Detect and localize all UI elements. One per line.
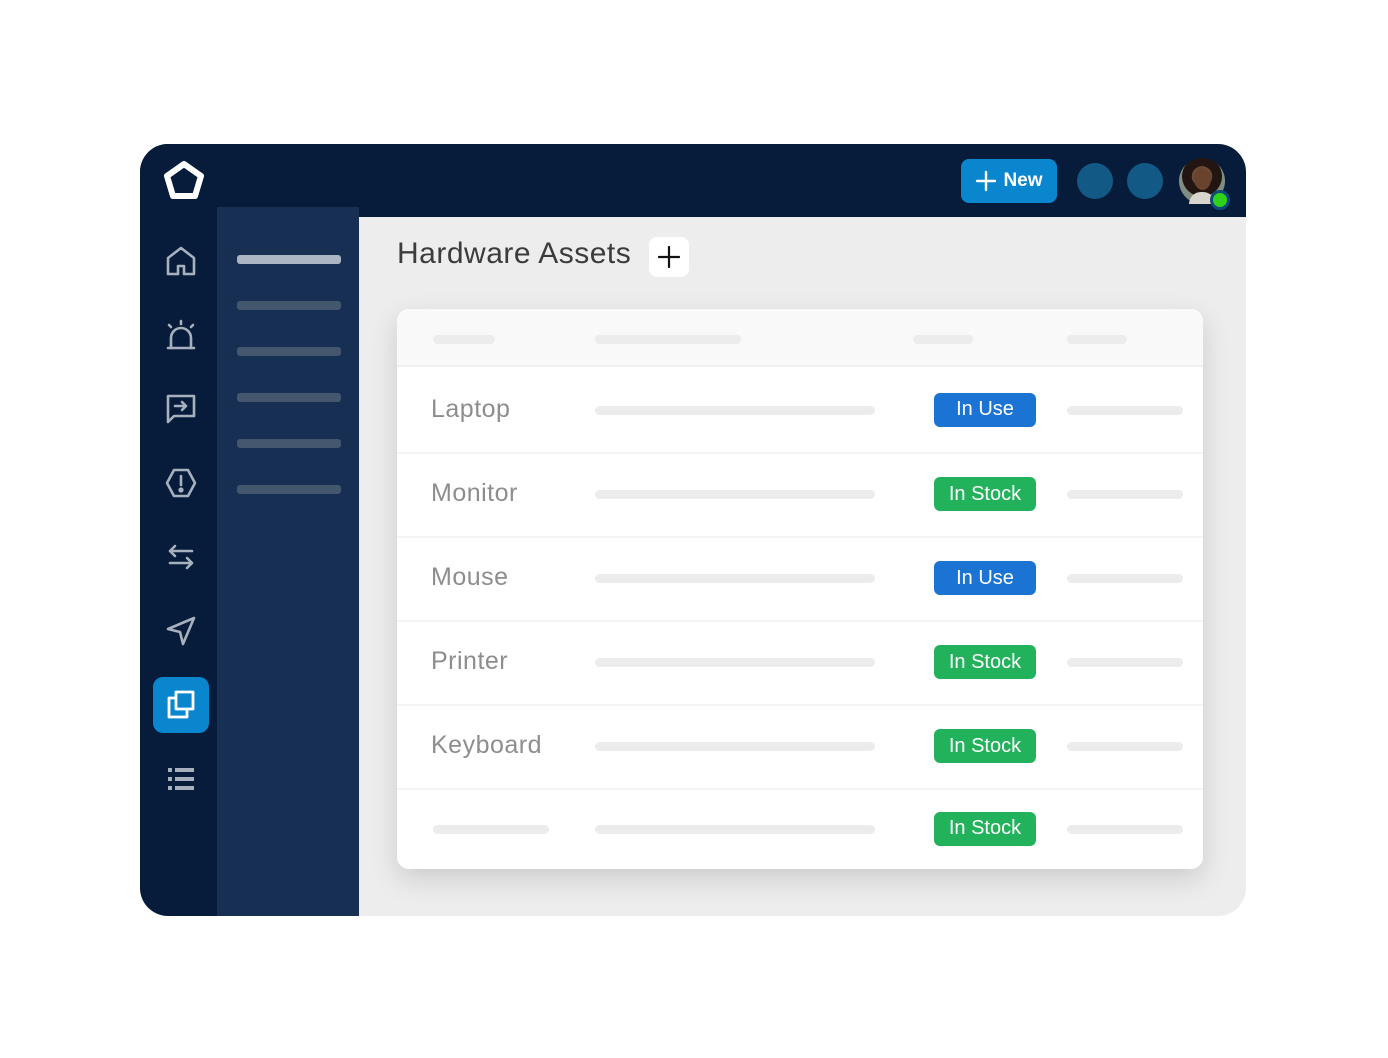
add-asset-button[interactable] (649, 237, 689, 277)
column-header-placeholder (595, 335, 741, 344)
sidebar-item-assets[interactable] (153, 677, 209, 733)
sidebar-item-send[interactable] (153, 603, 209, 659)
swap-arrows-icon (168, 544, 194, 570)
subnav-item[interactable] (237, 393, 341, 402)
asset-name: Mouse (431, 563, 509, 591)
asset-name: Laptop (431, 394, 511, 423)
sidebar-item-alerts[interactable] (153, 307, 209, 363)
status-badge: In Stock (934, 729, 1036, 763)
column-header-placeholder (913, 335, 973, 344)
user-avatar[interactable] (1179, 158, 1230, 210)
extra-placeholder (1067, 742, 1183, 751)
column-header-placeholder (433, 335, 495, 344)
table-row[interactable]: In Stock (397, 788, 1203, 869)
asset-name: Printer (431, 647, 509, 675)
table-row[interactable]: Laptop In Use (397, 367, 1203, 454)
online-status-indicator (1210, 190, 1230, 210)
description-placeholder (595, 490, 875, 499)
extra-placeholder (1067, 490, 1183, 499)
page-title: Hardware Assets (397, 237, 632, 270)
new-button[interactable]: New (961, 159, 1057, 203)
sidebar-item-messages[interactable] (153, 381, 209, 437)
sidebar-item-list[interactable] (153, 751, 209, 807)
subnav-item[interactable] (237, 439, 341, 448)
list-icon (168, 768, 194, 790)
extra-placeholder (1067, 824, 1183, 834)
alert-hexagon-icon (165, 468, 197, 498)
header-action-button[interactable] (1127, 163, 1163, 199)
icon-rail (140, 144, 217, 916)
asset-name-placeholder (433, 824, 549, 834)
subnav-item[interactable] (237, 347, 341, 356)
asset-name: Keyboard (431, 731, 543, 759)
extra-placeholder (1067, 574, 1183, 583)
table-row[interactable]: Mouse In Use (397, 536, 1203, 622)
table-row[interactable]: Printer In Stock (397, 620, 1203, 706)
description-placeholder (595, 658, 875, 667)
sidebar-item-home[interactable] (153, 233, 209, 289)
description-placeholder (595, 742, 875, 751)
table-header (397, 309, 1203, 367)
extra-placeholder (1067, 405, 1183, 415)
table-row[interactable]: Monitor In Stock (397, 452, 1203, 538)
status-badge: In Stock (934, 645, 1036, 679)
column-header-placeholder (1067, 335, 1127, 344)
assets-table: Laptop In Use Monitor In Stock Mouse In … (397, 309, 1203, 869)
home-icon (166, 246, 196, 276)
send-icon (166, 616, 196, 646)
table-row[interactable]: Keyboard In Stock (397, 704, 1203, 790)
asset-name: Monitor (431, 479, 518, 507)
header-action-button[interactable] (1077, 163, 1113, 199)
app-window: New Hardware Assets Laptop In Use Monito… (140, 144, 1246, 916)
description-placeholder (595, 405, 875, 415)
description-placeholder (595, 574, 875, 583)
plus-icon (658, 246, 680, 268)
status-badge: In Use (934, 392, 1036, 427)
status-badge: In Stock (934, 811, 1036, 846)
new-button-label: New (1003, 170, 1043, 191)
alarm-icon (166, 319, 196, 350)
subnav-item[interactable] (237, 485, 341, 494)
status-badge: In Stock (934, 477, 1036, 511)
assets-copy-icon (167, 690, 195, 719)
plus-icon (976, 170, 997, 192)
status-badge: In Use (934, 561, 1036, 595)
subnav-item[interactable] (237, 301, 341, 310)
description-placeholder (595, 824, 875, 834)
avatar-face (1194, 168, 1211, 190)
message-arrow-icon (166, 394, 196, 424)
logo-icon[interactable] (162, 160, 206, 204)
extra-placeholder (1067, 658, 1183, 667)
secondary-nav (217, 207, 359, 916)
subnav-item[interactable] (237, 255, 341, 264)
sidebar-item-incidents[interactable] (153, 455, 209, 511)
sidebar-item-changes[interactable] (153, 529, 209, 585)
